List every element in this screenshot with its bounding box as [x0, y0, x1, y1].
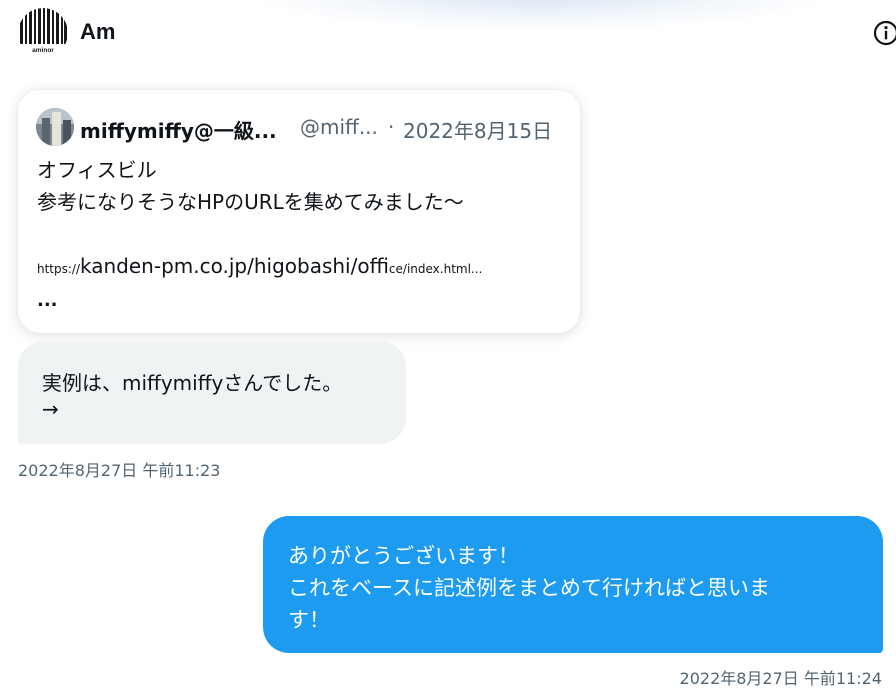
sent-message-line1: ありがとうございます！: [288, 544, 519, 568]
quoted-tweet-card[interactable]: miffymiffy@一級... @miff... · 2022年8月15日 オ…: [18, 90, 580, 333]
header-glow: [260, 0, 820, 30]
received-message-timestamp: 2022年8月27日 午前11:23: [18, 461, 221, 480]
sent-message-bubble[interactable]: ありがとうございます！ これをベースに記述例をまとめて行ければと思いま す！: [263, 516, 883, 653]
info-icon: [873, 20, 896, 46]
received-message-bubble[interactable]: 実例は、miffymiffyさんでした。 →: [18, 341, 406, 444]
chat-title: Am: [80, 19, 116, 44]
url-suffix: ce/index.html...: [388, 262, 483, 276]
avatar[interactable]: aminor: [18, 8, 68, 58]
quoted-author-avatar[interactable]: [36, 108, 74, 146]
quoted-tweet-date[interactable]: 2022年8月15日: [403, 115, 552, 144]
sent-message-line2: これをベースに記述例をまとめて行ければと思いま: [288, 576, 770, 600]
quoted-tweet-link[interactable]: https://kanden-pm.co.jp/higobashi/office…: [37, 254, 482, 278]
barcode-logo-icon: aminor: [20, 8, 67, 54]
avatar-logo-text: aminor: [32, 47, 54, 54]
sent-message-line3: す！: [288, 608, 330, 632]
author-photo-icon: [36, 108, 74, 146]
quoted-tweet-text-line2: 参考になりそうなHPのURLを集めてみました～: [37, 190, 464, 214]
url-prefix: https://: [37, 262, 81, 276]
url-main: kanden-pm.co.jp/higobashi/offi: [80, 254, 389, 278]
quoted-tweet-ellipsis: ...: [37, 290, 58, 311]
quoted-author-name[interactable]: miffymiffy@一級...: [80, 115, 277, 144]
meta-separator: ·: [388, 115, 395, 139]
received-message-line1: 実例は、miffymiffyさんでした。: [42, 371, 343, 395]
received-message-line2: →: [42, 397, 59, 421]
quoted-author-handle[interactable]: @miff...: [300, 115, 378, 139]
quoted-tweet-text-line1: オフィスビル: [37, 158, 157, 182]
conversation-header: aminor Am: [0, 0, 896, 66]
info-button[interactable]: [872, 19, 896, 47]
sent-message-timestamp: 2022年8月27日 午前11:24: [679, 669, 882, 688]
